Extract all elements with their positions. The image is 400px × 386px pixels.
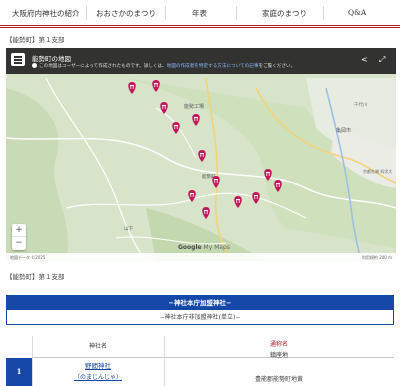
map-terms-link[interactable]: 利用規約 200 m xyxy=(362,255,392,261)
nav-divider xyxy=(323,6,324,20)
nav-item-home-festivals[interactable]: 家庭のまつり xyxy=(262,8,307,19)
shrine-name-link[interactable]: 野間神社 xyxy=(32,360,164,370)
map-label-yamashita: 山下 xyxy=(124,225,133,232)
map-label-university: 京都先端 科学大 xyxy=(363,168,392,174)
zoom-in-button[interactable]: + xyxy=(12,224,26,237)
map-data-credit: 地図データ ©2025 xyxy=(10,255,46,260)
shrine-address: 豊能郡能勢町地黄 xyxy=(254,376,303,383)
nav-divider xyxy=(165,6,166,20)
map-label-kameoka: 亀岡市 xyxy=(336,127,351,134)
info-icon xyxy=(32,63,37,68)
nonmember-shrine-label: −神社本庁非加盟神社(単立)− xyxy=(159,314,241,321)
map-header-bar: 能勢町の地図 この地図はユーザーによって作成されたものです。詳しくは、地図の作成… xyxy=(6,48,396,74)
section-heading-bottom: 【能勢町】第１支部 xyxy=(6,273,65,281)
nav-item-osaka-festivals[interactable]: おおさかのまつり xyxy=(96,8,156,19)
nav-item-chronology[interactable]: 年表 xyxy=(192,8,207,19)
map-notice: この地図はユーザーによって作成されたものです。詳しくは、地図の作成者を特定する方… xyxy=(32,63,295,69)
table-row-number: 1 xyxy=(6,358,32,386)
table-header-alias-address: 通称名 鎮座地 xyxy=(164,336,394,359)
shrine-reading-link[interactable]: （のまじんじゃ） xyxy=(32,372,164,381)
section-heading-top: 【能勢町】第１支部 xyxy=(6,36,65,44)
zoom-out-button[interactable]: − xyxy=(12,237,26,250)
map-attribution: 地図データ ©2025 利用規約 200 m xyxy=(6,253,396,261)
table-row: 野間神社 （のまじんじゃ） xyxy=(32,360,164,381)
map-notice-link[interactable]: 地図の作成者を特定する方法についての記事 xyxy=(167,64,259,69)
member-shrine-header: −神社本庁加盟神社− xyxy=(7,296,393,310)
shrine-category-box: −神社本庁加盟神社− −神社本庁非加盟神社(単立)− xyxy=(6,295,394,325)
table-header-name: 神社名 xyxy=(32,336,164,358)
fullscreen-icon[interactable]: ⤢ xyxy=(379,55,385,65)
nav-item-shrine-intro[interactable]: 大阪府内神社の紹介 xyxy=(12,8,80,19)
map-canvas[interactable]: 能勢工場 亀岡市 千代川 能勢町 山下 京都先端 科学大 xyxy=(6,48,396,261)
nav-item-qa[interactable]: Q&A xyxy=(348,8,366,17)
share-icon[interactable]: < xyxy=(361,55,368,64)
map-label-factory: 能勢工場 xyxy=(184,103,204,110)
shrine-table: 神社名 通称名 鎮座地 1 野間神社 （のまじんじゃ） 豊能郡能勢町地黄 xyxy=(6,336,394,386)
my-maps-logo-icon xyxy=(11,53,25,66)
map-title[interactable]: 能勢町の地図 xyxy=(32,53,71,63)
nav-divider xyxy=(236,6,237,20)
embedded-map[interactable]: 能勢工場 亀岡市 千代川 能勢町 山下 京都先端 科学大 能勢町の地図 この地図… xyxy=(6,48,396,261)
table-header-address: 鎮座地 xyxy=(269,352,288,359)
nav-divider xyxy=(86,6,87,20)
map-label-sennen: 千代川 xyxy=(354,101,368,108)
google-my-maps-logo: Google My Maps xyxy=(178,244,230,251)
top-navigation: 大阪府内神社の紹介 おおさかのまつり 年表 家庭のまつり Q&A xyxy=(0,0,400,28)
zoom-control: + − xyxy=(12,224,26,250)
table-header-alias: 通称名 xyxy=(269,341,288,348)
